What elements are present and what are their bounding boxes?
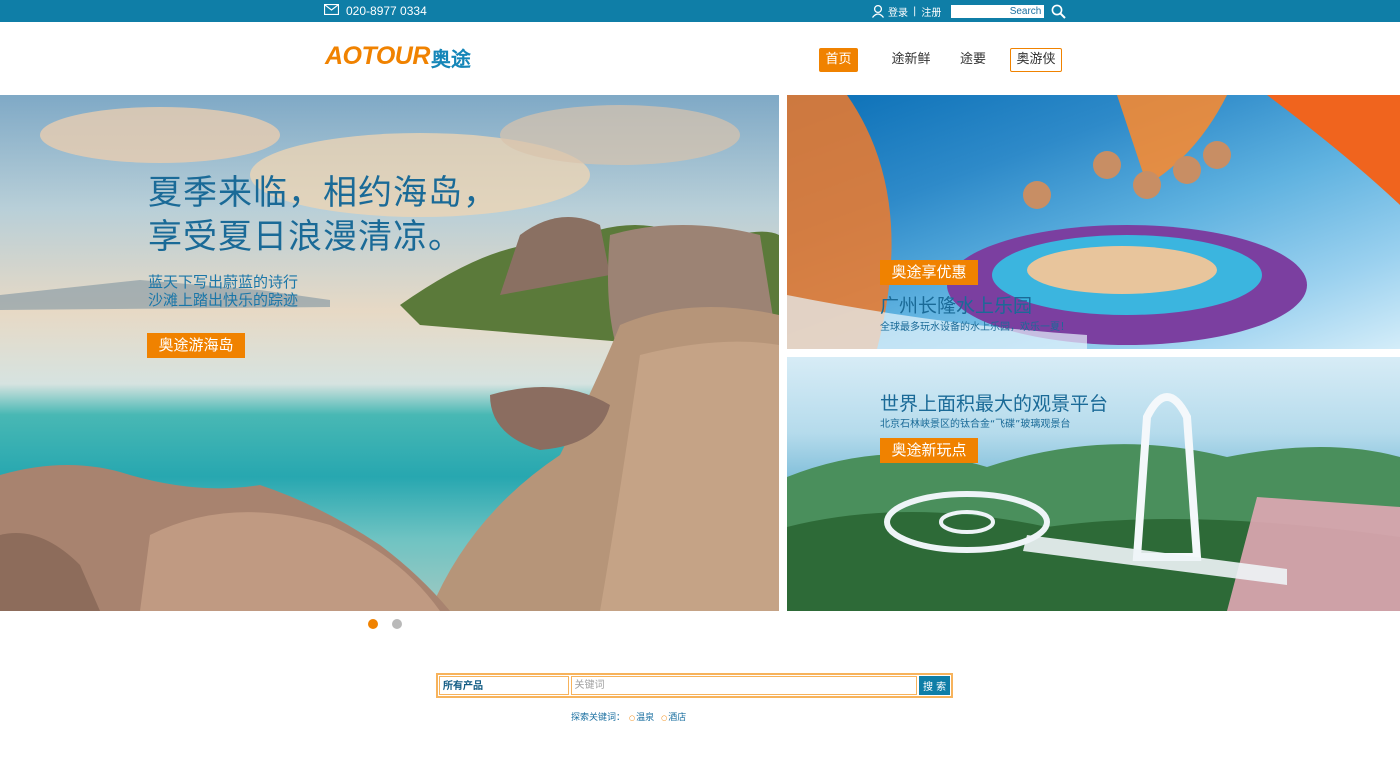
hot-keyword-label: 温泉 bbox=[636, 713, 655, 723]
header: AOTOUR 奥途 首页 途新鲜 途要 奥游侠 bbox=[0, 22, 1400, 95]
user-icon bbox=[871, 4, 885, 18]
bullet-icon: ○ bbox=[661, 714, 668, 722]
island-tour-button[interactable]: 奥途游海岛 bbox=[147, 333, 245, 358]
search-button[interactable]: 搜 索 bbox=[919, 676, 950, 695]
nav-item-home[interactable]: 首页 bbox=[819, 48, 858, 72]
nav-item-fresh[interactable]: 途新鲜 bbox=[886, 48, 936, 72]
contact-phone: 020-8977 0334 bbox=[323, 3, 427, 18]
account-links: 登录 | 注册 bbox=[871, 3, 1067, 19]
skywalk-title: 世界上面积最大的观景平台 bbox=[880, 393, 1109, 415]
hot-keywords-label: 探索关键词： bbox=[571, 713, 626, 723]
hot-keyword-hotel[interactable]: ○酒店 bbox=[661, 710, 686, 723]
hot-keywords: 探索关键词： ○温泉 ○酒店 bbox=[571, 710, 686, 723]
banner-headline: 夏季来临，相约海岛， 享受夏日浪漫清凉。 bbox=[148, 171, 498, 259]
product-search-bar: 所有产品 搜 索 bbox=[436, 673, 953, 698]
mail-icon bbox=[323, 3, 340, 18]
skywalk-promo[interactable]: 世界上面积最大的观景平台 北京石林峡景区的钛合金“飞碟”玻璃观景台 奥途新玩点 bbox=[787, 357, 1400, 611]
nav-item-traveler[interactable]: 奥游侠 bbox=[1010, 48, 1062, 72]
login-link[interactable]: 登录 bbox=[888, 4, 908, 19]
main-nav: 首页 途新鲜 途要 奥游侠 bbox=[819, 48, 1062, 72]
bullet-icon: ○ bbox=[629, 714, 636, 722]
brand-logo[interactable]: AOTOUR 奥途 bbox=[325, 42, 471, 71]
top-bar: 020-8977 0334 登录 | 注册 bbox=[0, 0, 1400, 22]
nav-item-essentials[interactable]: 途要 bbox=[956, 48, 990, 72]
banner-subtitle: 蓝天下写出蔚蓝的诗行 沙滩上踏出快乐的踪迹 bbox=[148, 273, 298, 309]
subtitle-line-1: 蓝天下写出蔚蓝的诗行 bbox=[148, 273, 299, 291]
new-attraction-button[interactable]: 奥途新玩点 bbox=[880, 438, 978, 463]
main-banner[interactable]: 夏季来临，相约海岛， 享受夏日浪漫清凉。 蓝天下写出蔚蓝的诗行 沙滩上踏出快乐的… bbox=[0, 95, 779, 611]
logo-text-latin: AOTOUR bbox=[325, 42, 430, 70]
headline-line-1: 夏季来临，相约海岛， bbox=[148, 173, 498, 213]
keyword-input[interactable] bbox=[570, 676, 918, 695]
waterpark-deal-button[interactable]: 奥途享优惠 bbox=[880, 260, 978, 285]
search-icon[interactable] bbox=[1051, 4, 1067, 19]
waterpark-promo[interactable]: 奥途享优惠 广州长隆水上乐园 全球最多玩水设备的水上乐园，欢乐一夏！ bbox=[787, 95, 1400, 349]
hot-keyword-hotspring[interactable]: ○温泉 bbox=[629, 710, 654, 723]
slider-pagination bbox=[368, 619, 402, 629]
skywalk-desc: 北京石林峡景区的钛合金“飞碟”玻璃观景台 bbox=[880, 419, 1071, 430]
slide-dot-1[interactable] bbox=[368, 619, 378, 629]
logo-text-cn: 奥途 bbox=[430, 47, 471, 71]
hot-keyword-label: 酒店 bbox=[668, 713, 687, 723]
subtitle-line-2: 沙滩上踏出快乐的踪迹 bbox=[148, 291, 299, 309]
headline-line-2: 享受夏日浪漫清凉。 bbox=[148, 217, 463, 257]
link-separator: | bbox=[913, 5, 917, 17]
category-select[interactable]: 所有产品 bbox=[439, 676, 569, 695]
waterpark-image bbox=[787, 95, 1400, 349]
phone-number: 020-8977 0334 bbox=[346, 4, 427, 18]
waterpark-title: 广州长隆水上乐园 bbox=[880, 295, 1033, 317]
site-search-input[interactable] bbox=[951, 4, 1045, 18]
register-link[interactable]: 注册 bbox=[921, 4, 941, 19]
slide-dot-2[interactable] bbox=[392, 619, 402, 629]
waterpark-desc: 全球最多玩水设备的水上乐园，欢乐一夏！ bbox=[880, 322, 1070, 333]
